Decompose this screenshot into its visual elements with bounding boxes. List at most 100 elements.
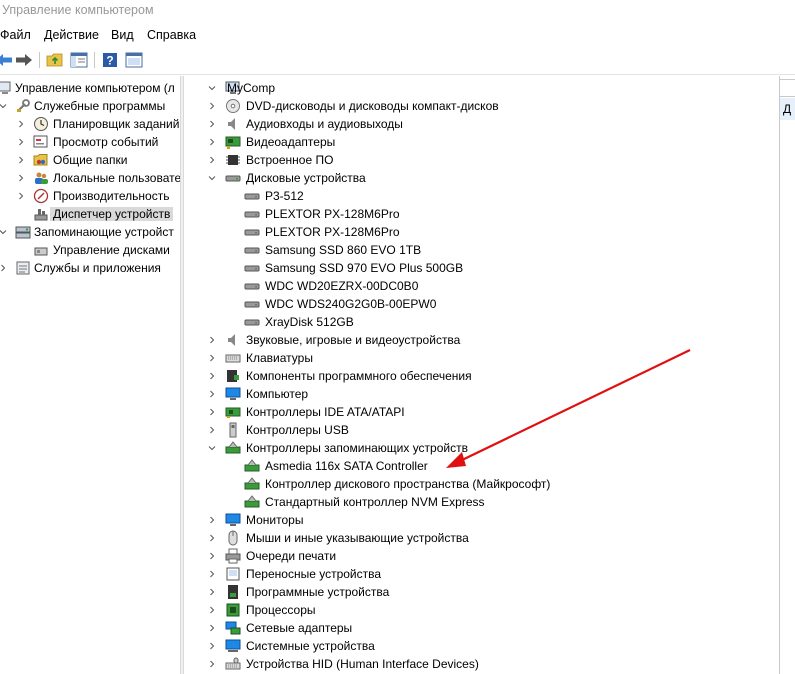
- tree-item-label: Управление дисками: [53, 243, 170, 257]
- chevron-down-icon[interactable]: [206, 441, 218, 455]
- chevron-right-icon[interactable]: [0, 261, 9, 275]
- tree-item-label: P3-512: [265, 189, 304, 203]
- disk-item[interactable]: XrayDisk 512GB: [184, 313, 774, 331]
- tree-item-usb[interactable]: Контроллеры USB: [184, 421, 774, 439]
- chevron-right-icon[interactable]: [206, 153, 218, 167]
- chevron-right-icon[interactable]: [206, 585, 218, 599]
- chevron-right-icon[interactable]: [206, 117, 218, 131]
- chevron-down-icon[interactable]: [0, 225, 9, 239]
- up-folder-icon[interactable]: [45, 50, 65, 70]
- tree-item-network[interactable]: Сетевые адаптеры: [184, 619, 774, 637]
- tree-item-task-scheduler[interactable]: Планировщик заданий: [0, 115, 180, 133]
- chevron-right-icon[interactable]: [206, 351, 218, 365]
- tree-item-print-queues[interactable]: Очереди печати: [184, 547, 774, 565]
- tree-item-software-devices[interactable]: Программные устройства: [184, 583, 774, 601]
- help-icon[interactable]: ?: [100, 50, 120, 70]
- tree-item-sound[interactable]: Звуковые, игровые и видеоустройства: [184, 331, 774, 349]
- tree-item-processors[interactable]: Процессоры: [184, 601, 774, 619]
- tree-item-label: Samsung SSD 860 EVO 1TB: [265, 243, 422, 257]
- chevron-right-icon[interactable]: [206, 657, 218, 671]
- tree-item-portable[interactable]: Переносные устройства: [184, 565, 774, 583]
- tree-item-performance[interactable]: Производительность: [0, 187, 180, 205]
- tree-item-video[interactable]: Видеоадаптеры: [184, 133, 774, 151]
- tree-item-software-components[interactable]: Компоненты программного обеспечения: [184, 367, 774, 385]
- menu-view[interactable]: Вид: [111, 28, 134, 42]
- tree-item-system-tools[interactable]: Служебные программы: [0, 97, 180, 115]
- menu-file[interactable]: Файл: [0, 28, 31, 42]
- chevron-right-icon[interactable]: [206, 333, 218, 347]
- tree-item-monitors[interactable]: Мониторы: [184, 511, 774, 529]
- disk-item[interactable]: PLEXTOR PX-128M6Pro: [184, 205, 774, 223]
- disk-item[interactable]: P3-512: [184, 187, 774, 205]
- chevron-right-icon[interactable]: [206, 639, 218, 653]
- chevron-right-icon[interactable]: [206, 549, 218, 563]
- actions-item-label: Д: [783, 102, 792, 116]
- tree-item-local-users[interactable]: Локальные пользовате: [0, 169, 180, 187]
- tree-item-disks[interactable]: Дисковые устройства: [184, 169, 774, 187]
- tree-item-storage-controllers[interactable]: Контроллеры запоминающих устройств: [184, 439, 774, 457]
- tree-item-label: Стандартный контроллер NVM Express: [265, 495, 485, 509]
- menu-help[interactable]: Справка: [147, 28, 196, 42]
- chevron-right-icon[interactable]: [15, 117, 27, 131]
- chevron-right-icon[interactable]: [206, 567, 218, 581]
- tree-item-label: Переносные устройства: [246, 567, 382, 581]
- chevron-down-icon[interactable]: [206, 81, 218, 95]
- show-hide-tree-icon[interactable]: [69, 50, 89, 70]
- storage-controller-item[interactable]: Asmedia 116x SATA Controller: [184, 457, 774, 475]
- tree-item-shared-folders[interactable]: Общие папки: [0, 151, 180, 169]
- properties-icon[interactable]: [124, 50, 144, 70]
- tree-item-dvd[interactable]: DVD-дисководы и дисководы компакт-дисков: [184, 97, 774, 115]
- back-icon[interactable]: [0, 50, 14, 70]
- tree-item-computer-management[interactable]: Управление компьютером (л: [0, 79, 180, 97]
- tree-item-label: Компьютер: [246, 387, 309, 401]
- tree-item-label: PLEXTOR PX-128M6Pro: [265, 225, 400, 239]
- chevron-right-icon[interactable]: [206, 513, 218, 527]
- chevron-right-icon[interactable]: [15, 189, 27, 203]
- tree-item-disk-management[interactable]: Управление дисками: [0, 241, 180, 259]
- tree-item-event-viewer[interactable]: Просмотр событий: [0, 133, 180, 151]
- tree-item-mice[interactable]: Мыши и иные указывающие устройства: [184, 529, 774, 547]
- storage-controller-item[interactable]: Стандартный контроллер NVM Express: [184, 493, 774, 511]
- forward-icon[interactable]: [14, 50, 34, 70]
- chevron-right-icon[interactable]: [206, 423, 218, 437]
- tree-item-mycomp[interactable]: MyComp: [184, 79, 774, 97]
- tree-item-storage[interactable]: Запоминающие устройст: [0, 223, 180, 241]
- disk-item[interactable]: WDC WD20EZRX-00DC0B0: [184, 277, 774, 295]
- storage-controller-item[interactable]: Контроллер дискового пространства (Майкр…: [184, 475, 774, 493]
- chevron-right-icon[interactable]: [206, 99, 218, 113]
- tree-item-services[interactable]: Службы и приложения: [0, 259, 180, 277]
- tree-item-system-devices[interactable]: Системные устройства: [184, 637, 774, 655]
- chevron-right-icon[interactable]: [206, 135, 218, 149]
- chevron-down-icon[interactable]: [0, 99, 9, 113]
- tree-item-ide[interactable]: Контроллеры IDE ATA/ATAPI: [184, 403, 774, 421]
- chevron-right-icon[interactable]: [15, 135, 27, 149]
- tree-item-label: Процессоры: [246, 603, 316, 617]
- disk-item[interactable]: WDC WDS240G2G0B-00EPW0: [184, 295, 774, 313]
- chevron-right-icon[interactable]: [206, 603, 218, 617]
- tree-item-audio-io[interactable]: Аудиовходы и аудиовыходы: [184, 115, 774, 133]
- chevron-right-icon[interactable]: [206, 531, 218, 545]
- tree-item-keyboards[interactable]: Клавиатуры: [184, 349, 774, 367]
- tree-item-label: Встроенное ПО: [246, 153, 334, 167]
- chevron-right-icon[interactable]: [15, 153, 27, 167]
- tree-item-device-manager[interactable]: Диспетчер устройств: [0, 205, 180, 223]
- menu-action[interactable]: Действие: [44, 28, 99, 42]
- disk-item[interactable]: Samsung SSD 970 EVO Plus 500GB: [184, 259, 774, 277]
- chevron-right-icon[interactable]: [15, 171, 27, 185]
- tree-item-hid[interactable]: Устройства HID (Human Interface Devices): [184, 655, 774, 673]
- chevron-right-icon[interactable]: [206, 387, 218, 401]
- disk-drive-icon: [225, 170, 241, 186]
- chevron-right-icon[interactable]: [206, 621, 218, 635]
- title-bar: Управление компьютером: [0, 0, 795, 24]
- chevron-right-icon[interactable]: [206, 369, 218, 383]
- disk-item[interactable]: PLEXTOR PX-128M6Pro: [184, 223, 774, 241]
- tree-item-firmware[interactable]: Встроенное ПО: [184, 151, 774, 169]
- tree-item-computer[interactable]: Компьютер: [184, 385, 774, 403]
- chevron-down-icon[interactable]: [206, 171, 218, 185]
- console-tree: Управление компьютером (л Служебные прог…: [0, 76, 180, 674]
- disk-item[interactable]: Samsung SSD 860 EVO 1TB: [184, 241, 774, 259]
- chevron-right-icon[interactable]: [206, 405, 218, 419]
- actions-selected-item[interactable]: Д: [780, 98, 795, 120]
- actions-header: [780, 79, 795, 97]
- tree-item-label: Служебные программы: [34, 99, 166, 113]
